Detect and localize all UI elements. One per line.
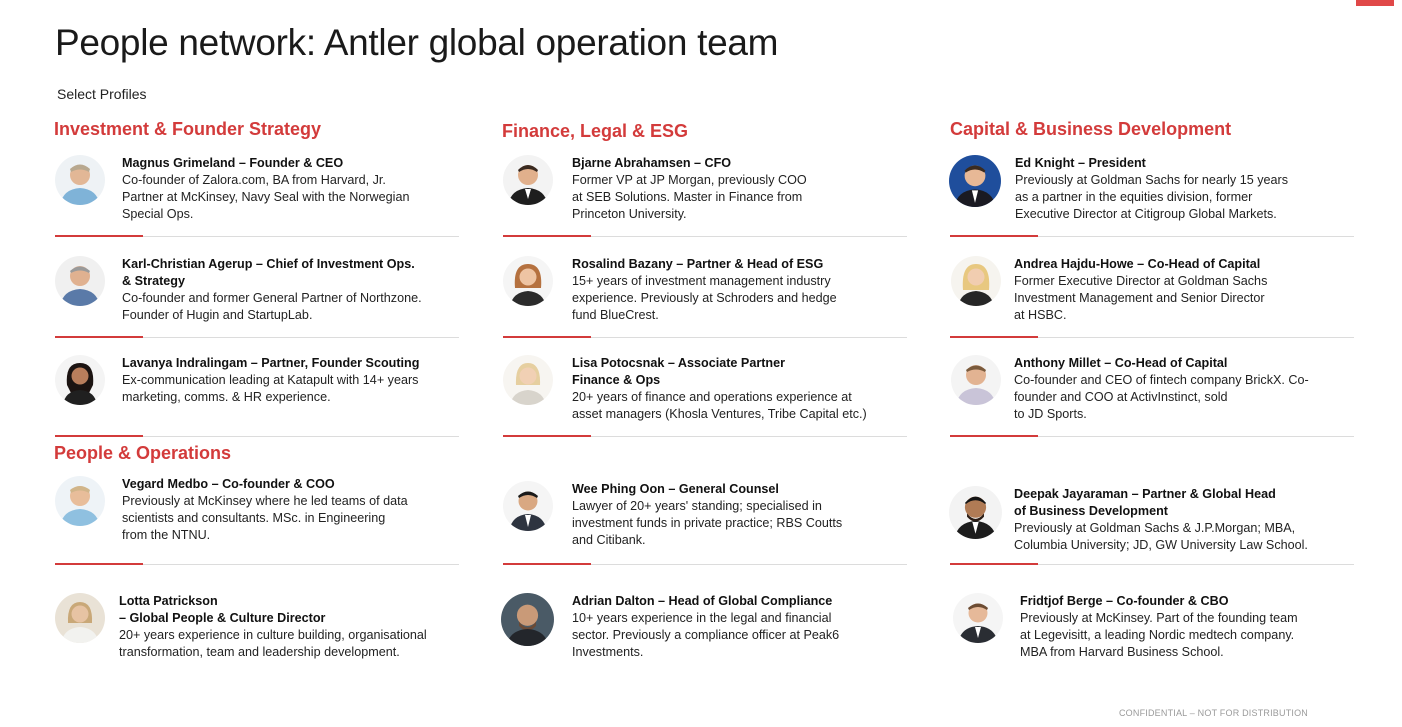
person-description: 15+ years of investment management indus… <box>572 274 837 322</box>
photo-icon <box>503 155 553 205</box>
person-name: Anthony Millet – Co-Head of Capital <box>1014 356 1228 370</box>
person-description: 20+ years experience in culture building… <box>119 628 427 659</box>
person-description: 10+ years experience in the legal and fi… <box>572 611 840 659</box>
confidential-footer: CONFIDENTIAL – NOT FOR DISTRIBUTION <box>1118 708 1308 718</box>
person-name: Adrian Dalton – Head of Global Complianc… <box>572 594 833 608</box>
section-heading-finance: Finance, Legal & ESG <box>502 121 689 141</box>
person-description: Lawyer of 20+ years' standing; specialis… <box>572 499 843 547</box>
person-description: Former VP at JP Morgan, previously COO a… <box>572 173 807 221</box>
section-heading-capital: Capital & Business Development <box>950 119 1232 139</box>
person-description: Previously at Goldman Sachs for nearly 1… <box>1015 173 1288 221</box>
divider <box>55 235 459 237</box>
photo-icon <box>55 355 105 405</box>
person-description: Co-founder and CEO of fintech company Br… <box>1014 373 1309 421</box>
divider <box>503 235 907 237</box>
person-description: Previously at Goldman Sachs & J.P.Morgan… <box>1014 521 1308 552</box>
person-name: Fridtjof Berge – Co-founder & CBO <box>1020 594 1229 608</box>
photo-icon <box>951 355 1001 405</box>
person-name: Karl-Christian Agerup – Chief of Investm… <box>122 257 415 288</box>
photo-icon <box>949 155 1001 207</box>
photo-icon <box>55 476 105 526</box>
divider <box>503 336 907 338</box>
page-subtitle: Select Profiles <box>57 86 147 102</box>
section-heading-people: People & Operations <box>54 443 232 463</box>
photo-icon <box>501 593 554 646</box>
person-description: Former Executive Director at Goldman Sac… <box>1014 274 1268 322</box>
divider <box>55 563 459 565</box>
photo-icon <box>55 256 105 306</box>
page-title: People network: Antler global operation … <box>55 22 779 63</box>
person-name: Lisa Potocsnak – Associate Partner Finan… <box>572 356 786 387</box>
divider <box>950 336 1354 338</box>
person-description: Previously at McKinsey. Part of the foun… <box>1020 611 1298 659</box>
person-description: Previously at McKinsey where he led team… <box>122 494 408 542</box>
divider <box>503 563 907 565</box>
divider <box>950 235 1354 237</box>
person-name: Bjarne Abrahamsen – CFO <box>572 156 732 170</box>
person-name: Vegard Medbo – Co-founder & COO <box>122 477 335 491</box>
person-description: Co-founder and former General Partner of… <box>122 291 422 322</box>
person-name: Ed Knight – President <box>1015 156 1146 170</box>
photo-icon <box>55 155 105 205</box>
photo-icon <box>953 593 1003 643</box>
divider <box>55 435 459 437</box>
divider <box>55 336 459 338</box>
person-name: Deepak Jayaraman – Partner & Global Head… <box>1014 487 1276 518</box>
person-description: Ex-communication leading at Katapult wit… <box>122 373 419 404</box>
person-name: Lavanya Indralingam – Partner, Founder S… <box>122 356 420 370</box>
corner-accent-bar <box>1356 0 1394 6</box>
photo-icon <box>503 355 553 405</box>
divider <box>950 435 1354 437</box>
photo-icon <box>55 593 105 643</box>
photo-icon <box>503 481 553 531</box>
person-name: Magnus Grimeland – Founder & CEO <box>122 156 344 170</box>
section-heading-investment: Investment & Founder Strategy <box>54 119 322 139</box>
person-name: Wee Phing Oon – General Counsel <box>572 482 779 496</box>
photo-icon <box>503 256 553 306</box>
person-name: Lotta Patrickson – Global People & Cultu… <box>119 594 326 625</box>
photo-icon <box>949 486 1002 539</box>
divider <box>503 435 907 437</box>
person-name: Rosalind Bazany – Partner & Head of ESG <box>572 257 824 271</box>
photo-icon <box>951 256 1001 306</box>
person-description: Co-founder of Zalora.com, BA from Harvar… <box>122 173 410 221</box>
divider <box>950 563 1354 565</box>
person-name: Andrea Hajdu-Howe – Co-Head of Capital <box>1014 257 1261 271</box>
person-description: 20+ years of finance and operations expe… <box>572 390 867 421</box>
